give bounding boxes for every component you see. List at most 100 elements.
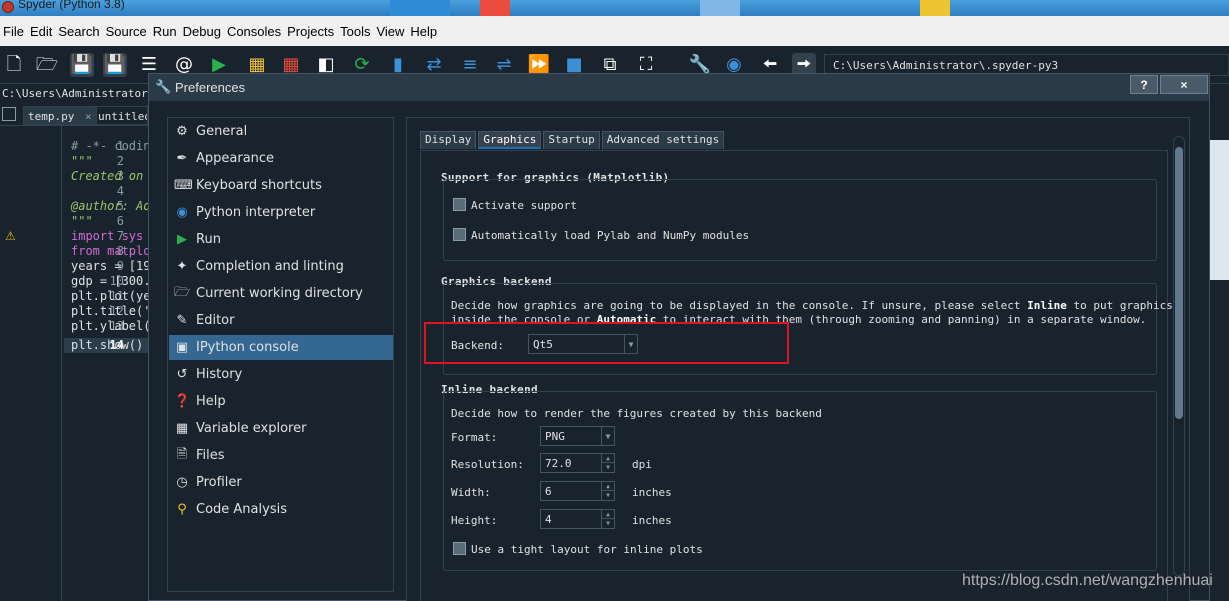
spin-up-icon[interactable]: ▲ (601, 482, 614, 491)
window-titlebar: Spyder (Python 3.8) (0, 0, 1229, 16)
terminal-icon: ▣ (175, 340, 189, 355)
menu-run[interactable]: Run (153, 24, 183, 39)
sidebar-item-completion-linting[interactable]: ✦ Completion and linting (169, 254, 393, 279)
sidebar-item-run[interactable]: ▶ Run (169, 227, 393, 252)
code-line: # -*- codin (71, 139, 151, 153)
code-line: plt.title(' (71, 304, 151, 318)
sidebar-item-ipython-console[interactable]: ▣ IPython console (169, 335, 393, 360)
tab-display[interactable]: Display (420, 131, 477, 149)
sidebar-item-general[interactable]: ⚙ General (169, 119, 393, 144)
sidebar-item-profiler[interactable]: ◷ Profiler (169, 470, 393, 495)
resolution-spinbox[interactable]: 72.0 ▲ ▼ (540, 453, 615, 473)
menu-tools[interactable]: Tools (340, 24, 376, 39)
table-icon: ▦ (175, 421, 189, 436)
editor-tab-label: untitled (98, 110, 148, 123)
autoload-pylab-label: Automatically load Pylab and NumPy modul… (471, 229, 750, 242)
menu-edit[interactable]: Edit (30, 24, 58, 39)
python-icon: ◉ (176, 205, 188, 220)
code-line: """ (71, 214, 93, 228)
menu-view[interactable]: View (376, 24, 410, 39)
spin-down-icon[interactable]: ▼ (601, 519, 614, 528)
menu-help[interactable]: Help (410, 24, 443, 39)
spin-up-icon[interactable]: ▲ (601, 454, 614, 463)
run-icon: ▶ (177, 232, 187, 247)
sidebar-item-editor[interactable]: ✎ Editor (169, 308, 393, 333)
code-line: from matplo (71, 244, 151, 258)
window-title: Spyder (Python 3.8) (18, 0, 125, 11)
tab-close-icon[interactable]: × (85, 110, 92, 123)
editor-tab-untitled[interactable]: untitled (93, 106, 148, 125)
editor-tab-temp[interactable]: temp.py × (23, 106, 97, 125)
menu-debug[interactable]: Debug (183, 24, 227, 39)
help-button[interactable]: ? (1130, 75, 1158, 94)
menu-consoles[interactable]: Consoles (227, 24, 287, 39)
sidebar-item-help[interactable]: ❓ Help (169, 389, 393, 414)
folder-open-icon: 🗁 (174, 284, 191, 300)
magnifier-icon: ⚲ (177, 502, 187, 517)
spin-down-icon[interactable]: ▼ (601, 463, 614, 472)
question-circle-icon: ❓ (174, 394, 191, 409)
save-all-icon[interactable]: 💾 (103, 53, 127, 77)
menu-projects[interactable]: Projects (287, 24, 340, 39)
spin-down-icon[interactable]: ▼ (601, 491, 614, 500)
resolution-label: Resolution: (451, 458, 524, 471)
format-select-value: PNG (545, 430, 565, 443)
editor-tab-label: temp.py (28, 110, 75, 123)
dialog-title: Preferences (175, 80, 246, 95)
format-select[interactable]: PNG ▼ (540, 426, 615, 446)
height-spinbox[interactable]: 4 ▲ ▼ (540, 509, 615, 529)
close-button[interactable]: × (1160, 75, 1208, 94)
code-line: years = [19 (71, 259, 151, 273)
save-icon[interactable]: 💾 (70, 53, 94, 77)
dialog-titlebar: 🔧 Preferences ? × (149, 74, 1209, 101)
warning-icon[interactable]: ⚠ (5, 229, 19, 243)
sidebar-item-code-analysis[interactable]: ⚲ Code Analysis (169, 497, 393, 522)
sidebar-item-label: Files (196, 448, 225, 463)
sidebar-item-label: Current working directory (196, 286, 363, 301)
activate-support-label: Activate support (471, 199, 577, 212)
sidebar-item-variable-explorer[interactable]: ▦ Variable explorer (169, 416, 393, 441)
sidebar-item-keyboard-shortcuts[interactable]: ⌨ Keyboard shortcuts (169, 173, 393, 198)
code-line: import sys (71, 229, 144, 243)
settings-scrollbar[interactable] (1173, 136, 1185, 576)
sidebar-item-history[interactable]: ↺ History (169, 362, 393, 387)
tab-startup[interactable]: Startup (543, 131, 600, 149)
sidebar-item-label: Profiler (196, 475, 242, 490)
activate-support-checkbox[interactable] (453, 198, 466, 211)
new-file-icon[interactable]: 🗋 (2, 53, 26, 77)
code-line: """ (71, 154, 93, 168)
browse-tabs-icon[interactable] (2, 107, 16, 121)
sidebar-item-python-interpreter[interactable]: ◉ Python interpreter (169, 200, 393, 225)
height-label: Height: (451, 514, 498, 527)
width-unit: inches (632, 486, 672, 499)
menu-source[interactable]: Source (106, 24, 153, 39)
height-unit: inches (632, 514, 672, 527)
line-number: 2 (116, 154, 124, 168)
taskbar-decoration (480, 0, 510, 16)
sidebar-item-label: Completion and linting (196, 259, 344, 274)
open-folder-icon[interactable]: 🗁 (35, 53, 59, 77)
tab-graphics[interactable]: Graphics (478, 131, 542, 149)
eyedropper-icon: ✒ (176, 151, 188, 166)
sidebar-item-label: General (196, 124, 248, 139)
scrollbar-thumb[interactable] (1175, 147, 1183, 419)
width-spinbox[interactable]: 6 ▲ ▼ (540, 481, 615, 501)
code-editor[interactable]: ⚠ 1 2 3 4 5 6 7 8 9 10 11 12 13 14 # -*-… (0, 126, 151, 601)
backend-description-text: to put graphics (1066, 299, 1173, 312)
sidebar-item-label: Variable explorer (196, 421, 307, 436)
menu-file[interactable]: File (3, 24, 30, 39)
line-number-gutter (0, 126, 62, 601)
sidebar-item-current-working-directory[interactable]: 🗁 Current working directory (169, 281, 393, 306)
menu-search[interactable]: Search (58, 24, 105, 39)
magic-wand-icon: ✦ (176, 259, 188, 274)
sidebar-item-appearance[interactable]: ✒ Appearance (169, 146, 393, 171)
sidebar-item-files[interactable]: 🗎 Files (169, 443, 393, 468)
tight-layout-checkbox[interactable] (453, 542, 466, 555)
gears-icon: ⚙ (176, 124, 188, 139)
tight-layout-label: Use a tight layout for inline plots (471, 543, 703, 556)
autoload-pylab-checkbox[interactable] (453, 228, 466, 241)
spin-up-icon[interactable]: ▲ (601, 510, 614, 519)
tab-advanced-settings[interactable]: Advanced settings (601, 131, 725, 149)
format-label: Format: (451, 431, 498, 444)
code-line: plt.show() (71, 338, 144, 352)
